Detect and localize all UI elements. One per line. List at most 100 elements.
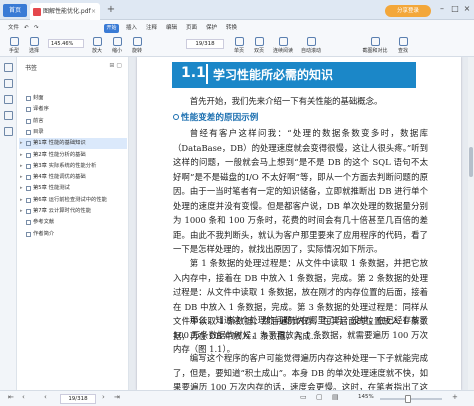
menu-file[interactable]: 文件 (8, 21, 19, 35)
double-page-icon (254, 37, 264, 46)
select-tool-button[interactable]: 选择 (24, 36, 44, 56)
rotate-button[interactable]: 旋转 (128, 36, 146, 56)
expand-caret-icon[interactable]: ▸ (20, 161, 23, 172)
menu-redo-icon[interactable]: ↷ (34, 21, 39, 35)
next-page-icon[interactable]: › (102, 393, 105, 401)
expand-caret-icon[interactable]: ▸ (20, 138, 23, 149)
bookmark-item[interactable]: 前言 (19, 116, 127, 127)
bookmark-label: 第2章 性能分析的基础 (33, 151, 86, 158)
tab-home[interactable]: 首页 (3, 4, 27, 17)
bookmark-item[interactable]: ▸ 第3章 实际系统的性能分析 (19, 161, 127, 172)
zoom-slider[interactable] (380, 398, 442, 400)
expand-caret-icon[interactable]: ▸ (20, 195, 23, 206)
status-page-input[interactable]: 19/318 (60, 394, 96, 404)
bookmark-item[interactable]: 目录 (19, 127, 127, 138)
vertical-scrollbar[interactable] (468, 57, 474, 390)
single-page-button[interactable]: 单页 (230, 36, 248, 56)
bookmark-label: 第4章 性能调优的基础 (33, 174, 86, 181)
auto-scroll-button[interactable]: 自动滚动 (298, 36, 324, 56)
screenshot-icon (370, 37, 380, 46)
paragraph-4: 编写这个程序的客户可能觉得遍历内存这种处理一下子就能完成了，但是，要知道“积土成… (173, 353, 428, 390)
bookmark-item[interactable]: ▸ 第2章 性能分析的基础 (19, 150, 127, 161)
bookmark-icon (26, 175, 31, 181)
bookmark-item[interactable]: ▸ 第6章 运行前检查测试中的性能 (19, 195, 127, 206)
menu-page[interactable]: 页面 (186, 21, 197, 35)
maximize-icon[interactable]: □ (449, 3, 461, 15)
hand-tool-button[interactable]: 手型 (4, 36, 24, 56)
section-bullet-icon (173, 114, 179, 120)
zoom-in-icon (92, 37, 102, 46)
bookmark-item[interactable]: 封面 (19, 93, 127, 104)
menu-edit[interactable]: 编辑 (166, 21, 177, 35)
bookmark-panel-icon[interactable] (4, 63, 13, 72)
cursor-icon (29, 37, 39, 46)
attachment-panel-icon[interactable] (4, 127, 13, 136)
double-page-button[interactable]: 双页 (250, 36, 268, 56)
zoom-out-button[interactable]: 缩小 (108, 36, 126, 56)
zoom-plus-icon[interactable]: + (452, 393, 458, 401)
side-rail (0, 57, 17, 390)
document-viewer[interactable]: 1.1 学习性能所必需的知识 首先开始，我们先来介绍一下有关性能的基础概念。 性… (129, 57, 474, 390)
annotation-panel-icon[interactable] (4, 95, 13, 104)
continuous-read-button[interactable]: 连续阅读 (270, 36, 296, 56)
bookmark-label: 封面 (33, 95, 44, 101)
find-button[interactable]: 查找 (394, 36, 412, 56)
bookmark-label: 作者简介 (33, 230, 55, 237)
login-button[interactable]: 分享登录 (385, 5, 431, 17)
fit-page-icon[interactable]: ▢ (316, 393, 323, 401)
screenshot-compare-button[interactable]: 截图和对比 (360, 36, 390, 56)
zoom-level-input[interactable]: 145.46% (48, 39, 84, 48)
zoom-in-button[interactable]: 放大 (88, 36, 106, 56)
bookmarks-panel: 书签 ⊞ ▢ 封面 译者序 前言 目录 ▸ 第1章 性能的基础知识 ▸ 第2章 性能分析的基础… (17, 57, 129, 390)
bookmark-item[interactable]: 参考文献 (19, 217, 127, 228)
menu-row: 文件 ↶ ↷ 开始 插入 注释 编辑 页面 保护 转换 (0, 21, 474, 35)
scroll-thumb[interactable] (469, 147, 473, 177)
bookmark-label: 第7章 云计算时代的性能 (33, 208, 92, 214)
tab-document[interactable]: 图解性能优化.pdf × (30, 3, 100, 20)
paragraph-1: 曾经有客户这样问我：“处理的数据条数变多时，数据库（DataBase，DB）的处… (173, 128, 428, 254)
menu-convert[interactable]: 转换 (226, 21, 237, 35)
bookmark-tools-icon[interactable]: ⊞ ▢ (109, 62, 122, 69)
menu-start[interactable]: 开始 (104, 24, 119, 33)
bookmark-icon (26, 118, 31, 124)
page-number-input[interactable]: 19/318 (186, 39, 224, 49)
expand-caret-icon[interactable]: ▸ (20, 183, 23, 194)
bookmark-label: 译者序 (33, 106, 49, 113)
first-page-icon[interactable]: ⇤ (8, 393, 14, 401)
bookmark-item[interactable]: 译者序 (19, 104, 127, 115)
continuous-icon (278, 37, 288, 46)
menu-undo-icon[interactable]: ↶ (24, 21, 29, 35)
thumbnail-panel-icon[interactable] (4, 79, 13, 88)
expand-caret-icon[interactable]: ▸ (20, 150, 23, 161)
new-tab-icon[interactable]: + (104, 3, 118, 17)
intro-paragraph: 首先开始，我们先来介绍一下有关性能的基础概念。 (189, 96, 383, 106)
zoom-slider-knob[interactable] (405, 395, 411, 403)
minimize-icon[interactable]: – (436, 3, 448, 15)
view-mode-icon[interactable]: ▤ (332, 393, 339, 401)
search-panel-icon[interactable] (4, 111, 13, 120)
bookmark-item[interactable]: ▸ 第1章 性能的基础知识 (19, 138, 127, 150)
menu-insert[interactable]: 插入 (126, 21, 137, 35)
menu-annotate[interactable]: 注释 (146, 21, 157, 35)
bookmarks-title: 书签 (25, 65, 38, 72)
bookmark-item[interactable]: ▸ 第4章 性能调优的基础 (19, 172, 127, 183)
bookmark-icon (26, 129, 31, 135)
prev-page-icon[interactable]: ‹ (22, 393, 25, 401)
single-page-icon (234, 37, 244, 46)
bookmark-icon (26, 186, 31, 192)
close-window-icon[interactable]: × (461, 3, 473, 15)
expand-caret-icon[interactable]: ▸ (20, 206, 23, 217)
hand-icon (9, 37, 19, 46)
expand-caret-icon[interactable]: ▸ (20, 172, 23, 183)
pdf-page: 1.1 学习性能所必需的知识 首先开始，我们先来介绍一下有关性能的基础概念。 性… (137, 57, 461, 390)
close-tab-icon[interactable]: × (91, 3, 96, 20)
menu-protect[interactable]: 保护 (206, 21, 217, 35)
bookmark-item[interactable]: 作者简介 (19, 229, 127, 240)
prev-page-icon-2[interactable]: ‹ (44, 393, 47, 401)
bookmark-item[interactable]: ▸ 第7章 云计算时代的性能 (19, 206, 127, 217)
last-page-icon[interactable]: ⇥ (114, 393, 120, 401)
fit-width-icon[interactable]: ▭ (300, 393, 307, 401)
bookmark-item[interactable]: ▸ 第5章 性能测试 (19, 183, 127, 194)
section-heading: 性能变差的原因示例 (173, 111, 258, 123)
bookmark-label: 参考文献 (33, 219, 55, 226)
